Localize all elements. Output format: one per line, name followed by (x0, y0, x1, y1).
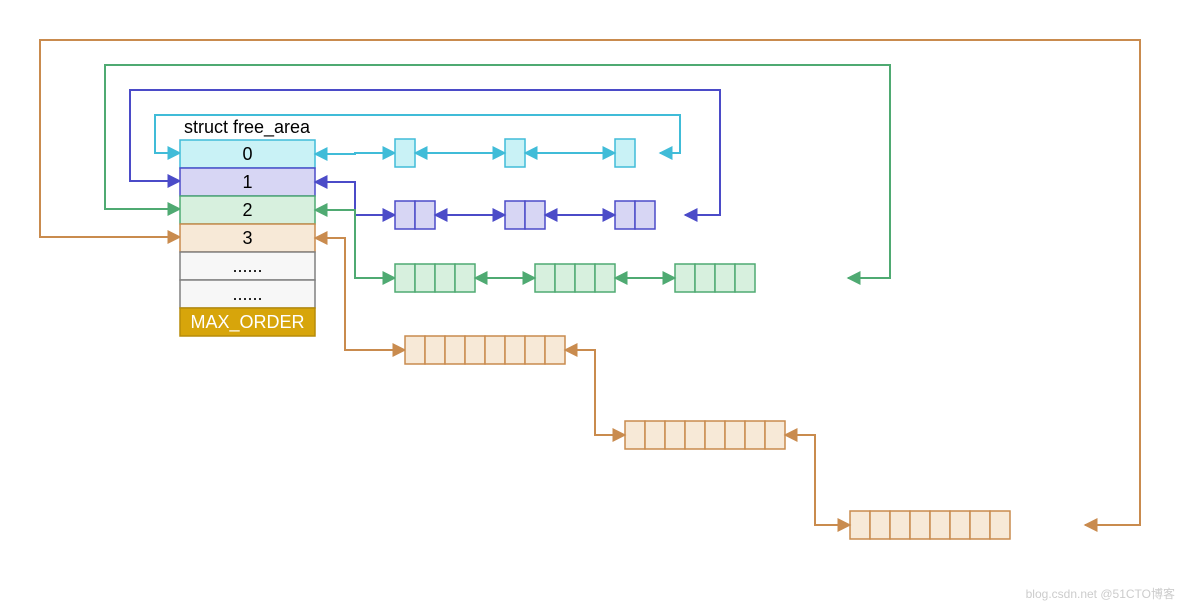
block-order0-1 (505, 139, 525, 167)
array-row-label-ellipsis2: ...... (232, 284, 262, 304)
array-row-label-order2: 2 (242, 200, 252, 220)
free-area-diagram: struct free_area 0 1 2 3............ MAX_ORD… (0, 0, 1184, 604)
link-order3-1 (565, 350, 625, 435)
conn-head-order-2 (315, 210, 395, 278)
block-order1-1 (505, 201, 545, 229)
array-row-label-max: MAX_ORDER (190, 312, 304, 333)
block-order3-2 (850, 511, 1010, 539)
watermark: blog.csdn.net @51CTO博客 (1026, 586, 1175, 601)
block-order2-0 (395, 264, 475, 292)
block-order0-2 (615, 139, 635, 167)
conn-head-order-3 (315, 238, 405, 350)
block-order3-1 (625, 421, 785, 449)
block-order2-1 (535, 264, 615, 292)
array-row-label-order1: 1 (242, 172, 252, 192)
block-order2-2 (675, 264, 755, 292)
array-row-label-order3: 3 (242, 228, 252, 248)
block-order1-0 (395, 201, 435, 229)
array-row-label-order0: 0 (242, 144, 252, 164)
block-order3-0 (405, 336, 565, 364)
block-order0-0 (395, 139, 415, 167)
array-row-label-ellipsis1: ...... (232, 256, 262, 276)
block-order1-2 (615, 201, 655, 229)
conn-head-order-0 (315, 153, 395, 154)
struct-title: struct free_area (184, 117, 311, 138)
link-order3-2 (785, 435, 850, 525)
